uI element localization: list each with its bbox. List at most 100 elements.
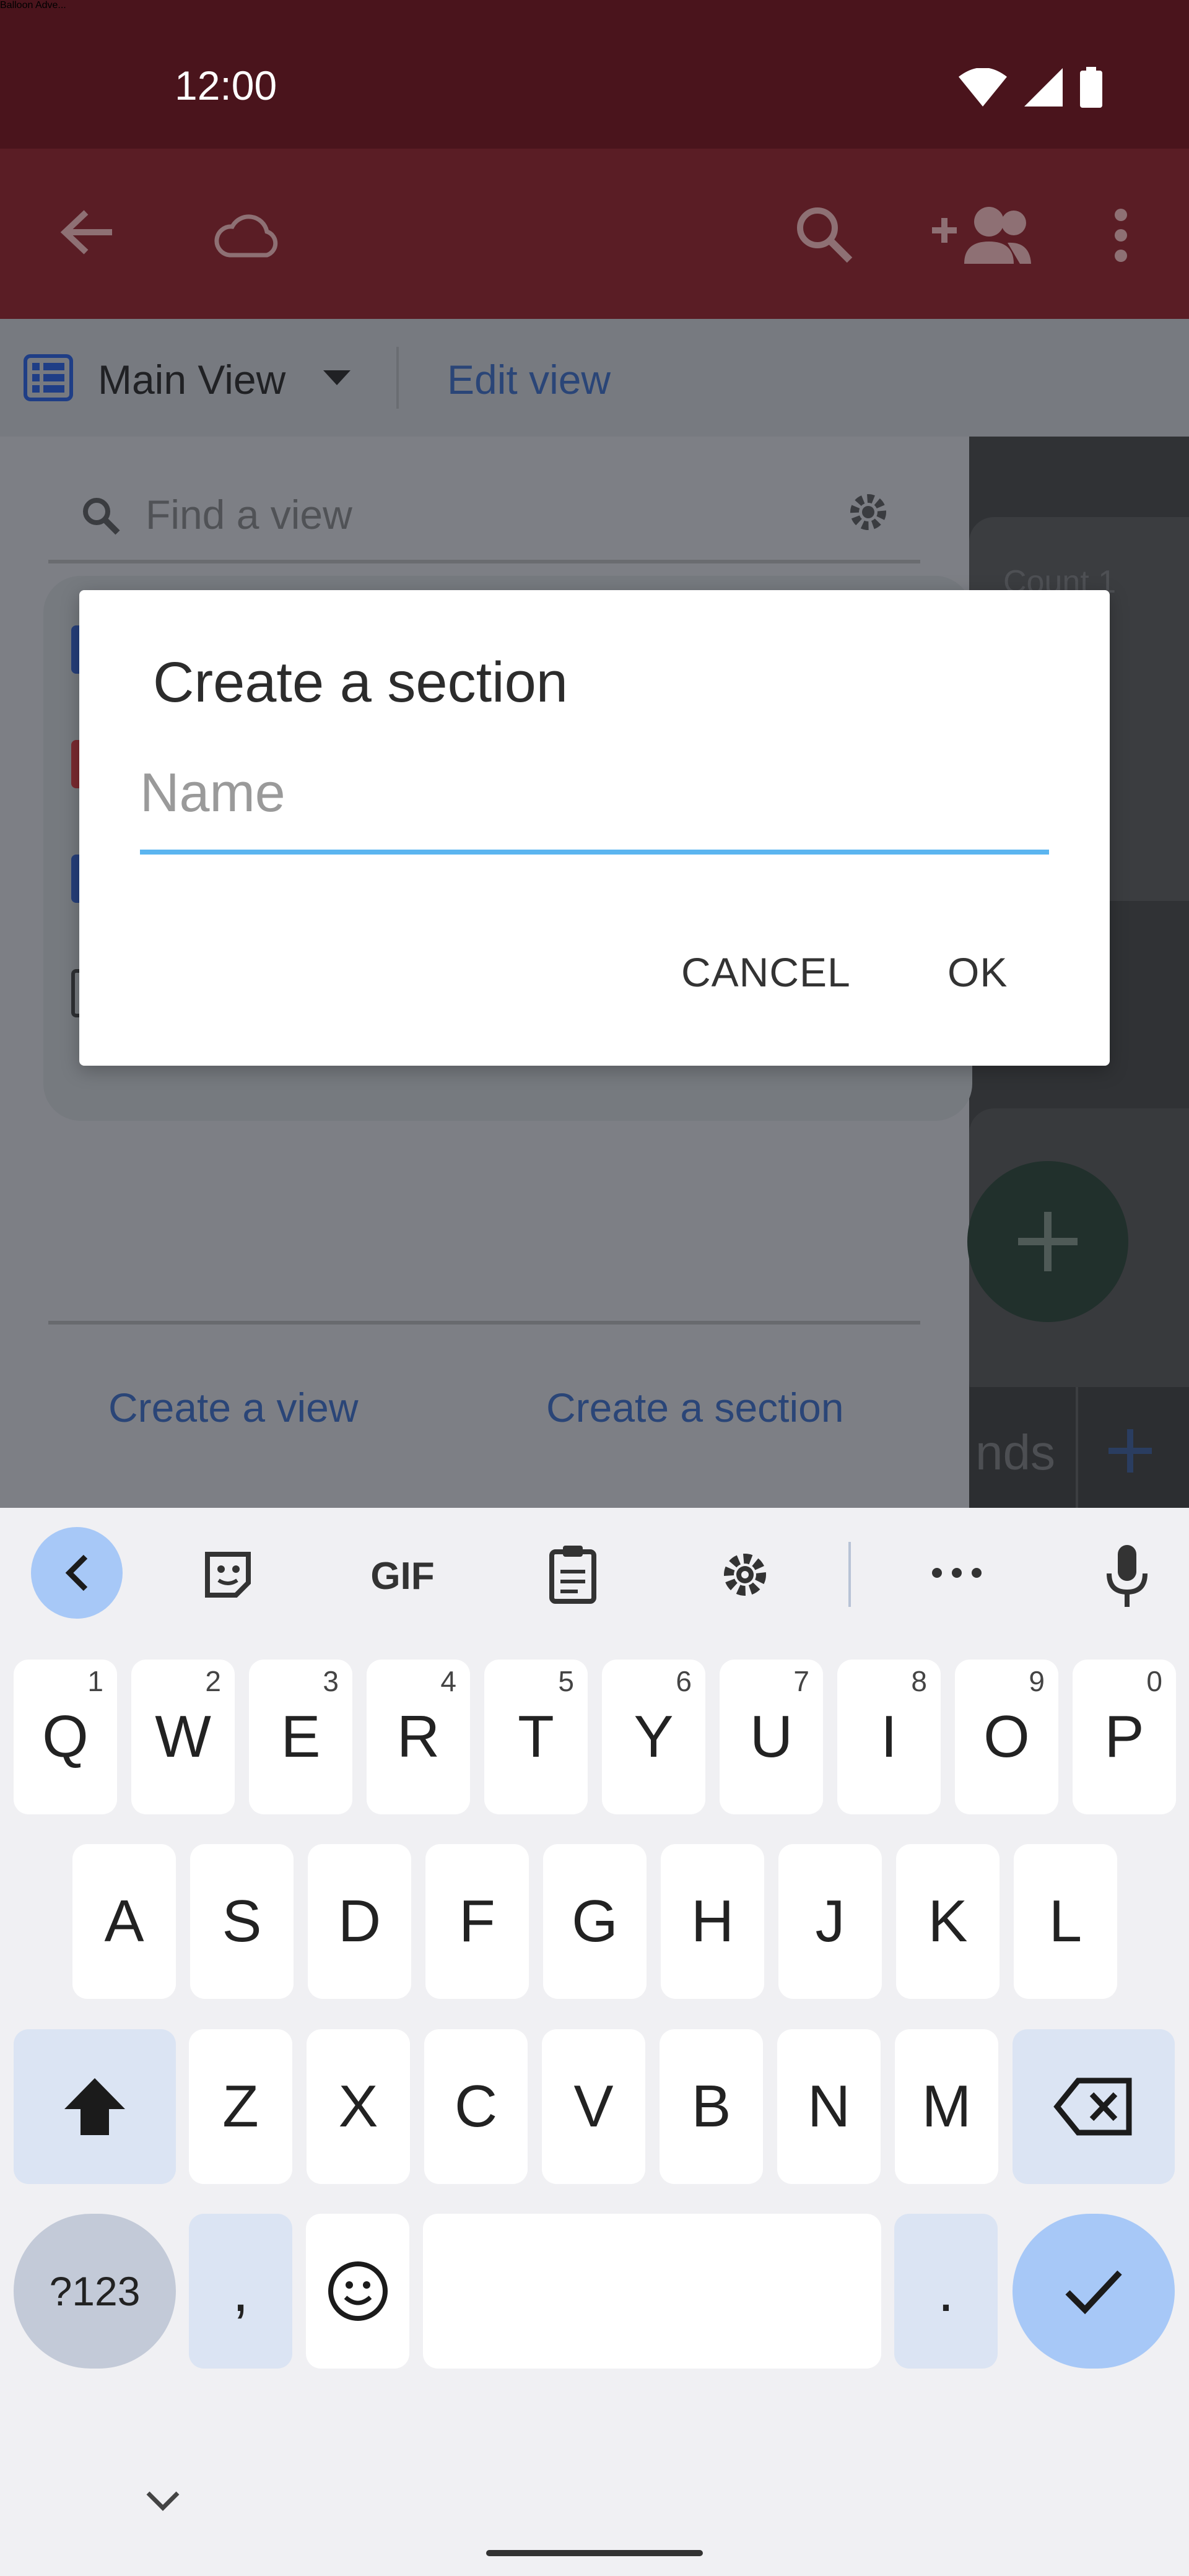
key-c[interactable]: C (424, 2029, 528, 2184)
key-s[interactable]: S (190, 1844, 294, 1999)
key-l[interactable]: L (1014, 1844, 1117, 1999)
key-o[interactable]: O9 (955, 1660, 1058, 1814)
key-hint: 2 (205, 1665, 221, 1697)
comma-key[interactable]: , (189, 2214, 292, 2369)
key-n[interactable]: N (777, 2029, 881, 2184)
chevron-left-icon (65, 1554, 88, 1591)
status-icons (959, 67, 1102, 108)
key-hint: 1 (87, 1665, 103, 1697)
symbols-key[interactable]: ?123 (14, 2214, 176, 2369)
key-a[interactable]: A (72, 1844, 176, 1999)
key-label: V (573, 2073, 614, 2139)
key-hint: 0 (1146, 1665, 1162, 1697)
key-q[interactable]: Q1 (14, 1660, 117, 1814)
key-hint: 5 (558, 1665, 574, 1697)
key-v[interactable]: V (542, 2029, 645, 2184)
keyboard-collapse-button[interactable] (31, 1527, 123, 1619)
key-j[interactable]: J (778, 1844, 882, 1999)
more-options-button[interactable] (926, 1554, 988, 1591)
key-d[interactable]: D (308, 1844, 411, 1999)
add-person-icon[interactable] (932, 204, 1031, 266)
ok-button[interactable]: OK (947, 949, 1008, 996)
back-arrow-icon[interactable] (59, 207, 115, 257)
section-name-input[interactable] (140, 755, 1049, 830)
shift-arrow-icon (64, 2078, 125, 2135)
input-underline (140, 850, 1049, 855)
search-icon (83, 498, 120, 535)
app-title: Balloon Adve... (0, 0, 66, 11)
key-g[interactable]: G (543, 1844, 647, 1999)
bottom-divider (48, 1321, 920, 1325)
clipboard-button[interactable] (545, 1543, 601, 1605)
key-label: X (338, 2073, 378, 2139)
key-label: S (222, 1888, 262, 1954)
microphone-icon (1107, 1545, 1148, 1607)
key-hint: 4 (440, 1665, 456, 1697)
key-label: O (983, 1704, 1030, 1770)
key-h[interactable]: H (661, 1844, 764, 1999)
key-i[interactable]: I8 (837, 1660, 941, 1814)
gif-button[interactable]: GIF (362, 1551, 443, 1601)
key-z[interactable]: Z (189, 2029, 292, 2184)
keyboard-hide-chevron-icon[interactable] (146, 2491, 180, 2512)
emoji-key[interactable] (306, 2214, 409, 2369)
right-panel-tab[interactable]: nds (975, 1424, 1055, 1481)
edit-view-link[interactable]: Edit view (447, 356, 611, 403)
cancel-button[interactable]: CANCEL (681, 949, 851, 996)
search-icon[interactable] (794, 204, 853, 264)
add-fab[interactable] (967, 1161, 1128, 1322)
key-hint: 3 (323, 1665, 339, 1697)
emoji-icon (328, 2261, 388, 2321)
space-key[interactable] (423, 2214, 881, 2369)
dialog-title: Create a section (153, 651, 568, 714)
checkmark-icon (1065, 2270, 1122, 2315)
key-k[interactable]: K (896, 1844, 1000, 1999)
key-label: R (396, 1704, 440, 1770)
key-label: Y (634, 1704, 674, 1770)
shift-key[interactable] (14, 2029, 176, 2184)
tab-divider (1076, 1387, 1078, 1508)
key-f[interactable]: F (425, 1844, 529, 1999)
cloud-icon (214, 214, 278, 258)
settings-gear-icon[interactable] (845, 489, 891, 535)
enter-key[interactable] (1013, 2214, 1175, 2369)
home-gesture-bar[interactable] (486, 2550, 703, 2556)
create-section-link[interactable]: Create a section (546, 1384, 844, 1431)
voice-input-button[interactable] (1096, 1542, 1158, 1610)
key-label: M (921, 2073, 972, 2139)
add-tab-icon[interactable] (1108, 1429, 1152, 1473)
key-label: E (281, 1704, 321, 1770)
key-e[interactable]: E3 (249, 1660, 352, 1814)
key-label: C (454, 2073, 498, 2139)
key-y[interactable]: Y6 (602, 1660, 705, 1814)
key-x[interactable]: X (307, 2029, 410, 2184)
key-t[interactable]: T5 (484, 1660, 588, 1814)
key-label: F (459, 1888, 495, 1954)
sticker-button[interactable] (198, 1545, 258, 1604)
backspace-key[interactable] (1013, 2029, 1175, 2184)
period-key[interactable]: . (894, 2214, 998, 2369)
key-r[interactable]: R4 (367, 1660, 470, 1814)
backspace-icon (1053, 2078, 1132, 2136)
key-u[interactable]: U7 (720, 1660, 823, 1814)
key-hint: 8 (911, 1665, 927, 1697)
dropdown-caret-icon[interactable] (323, 370, 351, 385)
sticker-icon (205, 1552, 251, 1598)
toolbar-divider (396, 347, 399, 409)
key-m[interactable]: M (895, 2029, 998, 2184)
key-label: G (572, 1888, 618, 1954)
key-label: J (815, 1888, 845, 1954)
key-b[interactable]: B (660, 2029, 763, 2184)
key-label: Q (42, 1704, 89, 1770)
key-label: P (1104, 1704, 1144, 1770)
key-hint: 9 (1029, 1665, 1045, 1697)
view-selector[interactable]: Main View (98, 356, 285, 403)
key-hint: 7 (793, 1665, 809, 1697)
create-view-link[interactable]: Create a view (108, 1384, 359, 1431)
key-p[interactable]: P0 (1073, 1660, 1176, 1814)
key-w[interactable]: W2 (131, 1660, 235, 1814)
signal-icon (1024, 68, 1063, 107)
status-time: 12:00 (175, 63, 277, 108)
keyboard-settings-button[interactable] (715, 1545, 775, 1604)
more-vert-icon[interactable] (1112, 207, 1130, 263)
